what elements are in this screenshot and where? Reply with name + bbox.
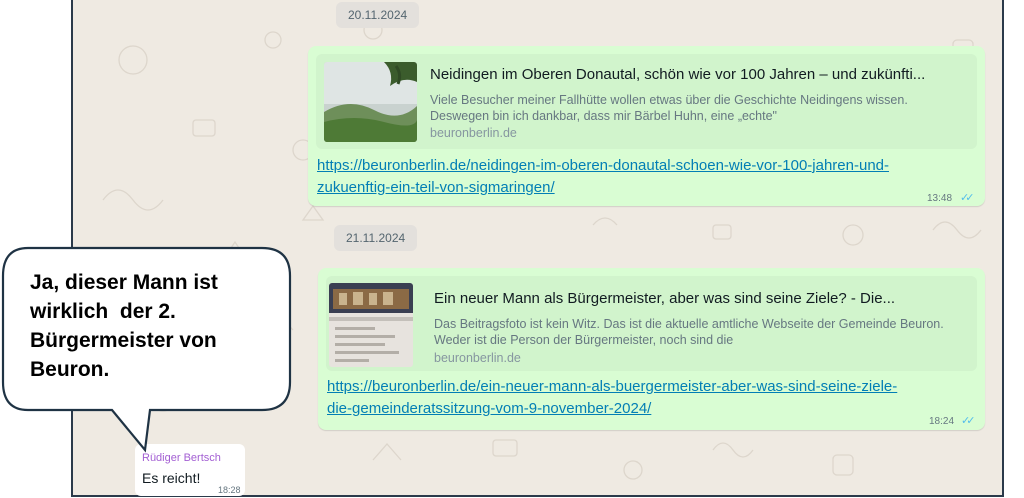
double-check-icon: ✓✓ <box>960 192 975 204</box>
callout-line: Bürgermeister von <box>30 329 217 352</box>
message-link[interactable]: https://beuronberlin.de/neidingen-im-obe… <box>317 155 977 199</box>
message-timestamp: 18:24 <box>929 416 955 427</box>
link-preview-card[interactable]: Neidingen im Oberen Donautal, schön wie … <box>316 54 977 149</box>
link-preview-description: Viele Besucher meiner Fallhütte wollen e… <box>430 93 908 123</box>
message-link-line: https://beuronberlin.de/ein-neuer-mann-a… <box>327 378 898 395</box>
message-link-line: https://beuronberlin.de/neidingen-im-obe… <box>317 157 889 174</box>
link-preview-description: Das Beitragsfoto ist kein Witz. Das ist … <box>434 317 944 347</box>
callout-line: wirklich der 2. <box>30 300 176 323</box>
callout-line: Ja, dieser Mann ist <box>30 271 218 294</box>
outgoing-message-bubble[interactable]: Ein neuer Mann als Bürgermeister, aber w… <box>318 268 985 430</box>
date-separator: 20.11.2024 <box>336 2 420 28</box>
message-link[interactable]: https://beuronberlin.de/ein-neuer-mann-a… <box>327 376 977 420</box>
link-preview-thumbnail <box>324 62 417 142</box>
callout-text: Ja, dieser Mann ist wirklich der 2. Bürg… <box>30 268 270 384</box>
double-check-icon: ✓✓ <box>961 415 976 427</box>
message-link-line: zukuenftig-ein-teil-von-sigmaringen/ <box>317 179 555 196</box>
link-preview-card[interactable]: Ein neuer Mann als Bürgermeister, aber w… <box>326 276 977 371</box>
callout-line: Beuron. <box>30 358 110 381</box>
link-preview-title: Neidingen im Oberen Donautal, schön wie … <box>430 66 926 83</box>
outgoing-message-bubble[interactable]: Neidingen im Oberen Donautal, schön wie … <box>308 46 985 206</box>
date-separator: 21.11.2024 <box>334 225 418 251</box>
message-timestamp: 18:28 <box>218 485 241 495</box>
message-timestamp: 13:48 <box>927 193 953 204</box>
link-preview-thumbnail <box>329 283 413 367</box>
link-preview-domain: beuronberlin.de <box>434 351 521 365</box>
message-link-line: die-gemeinderatssitzung-vom-9-november-2… <box>327 400 652 417</box>
link-preview-title: Ein neuer Mann als Bürgermeister, aber w… <box>434 290 896 307</box>
link-preview-domain: beuronberlin.de <box>430 126 517 140</box>
incoming-message-text: Es reicht! <box>142 470 201 486</box>
